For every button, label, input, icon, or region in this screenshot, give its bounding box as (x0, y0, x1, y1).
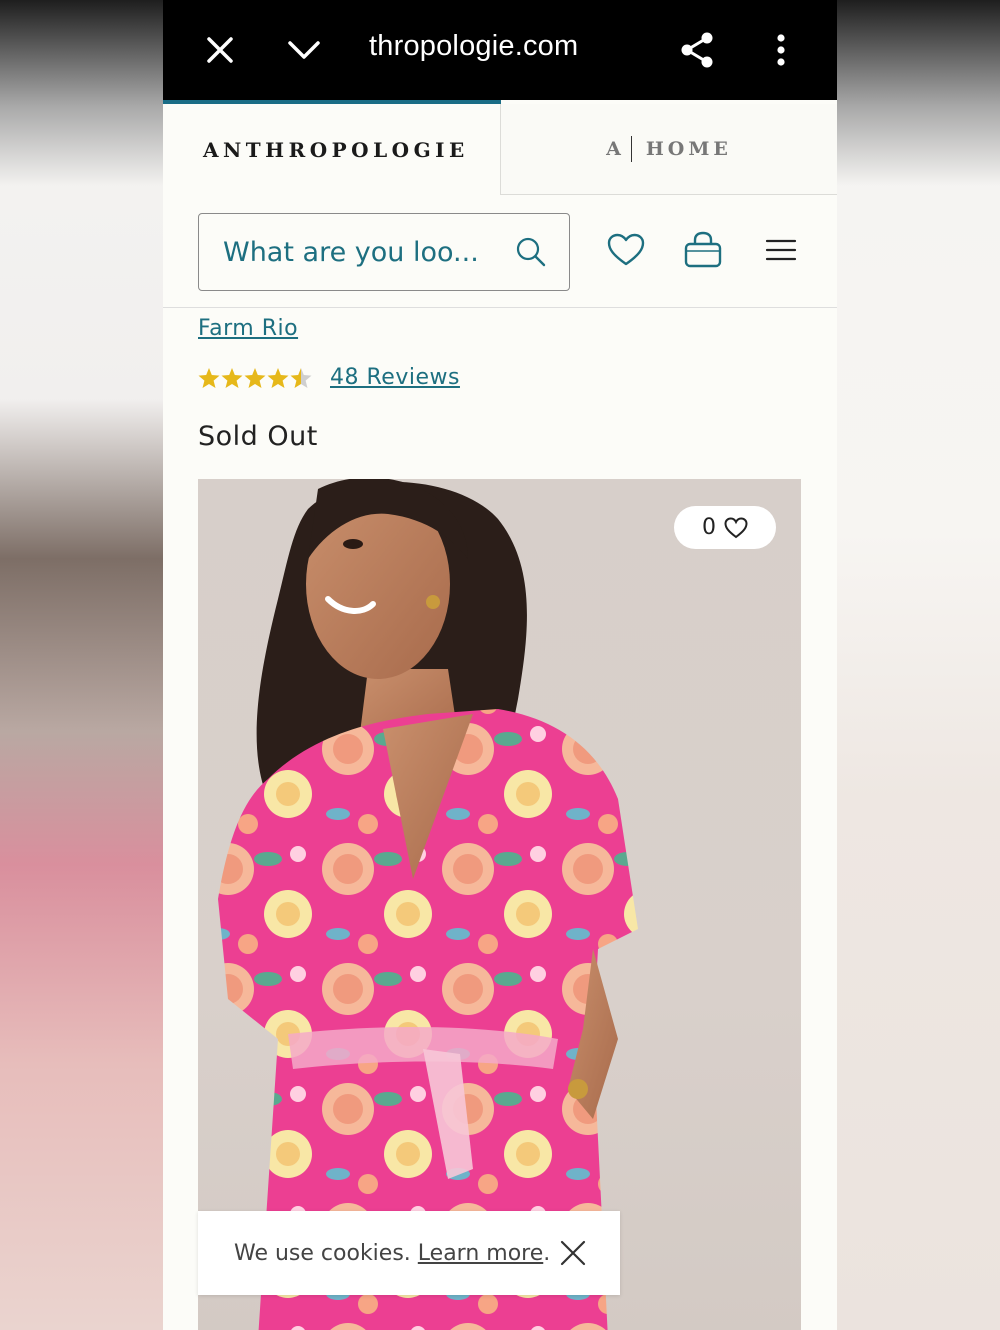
background-left (0, 0, 163, 1330)
header-search-row (163, 195, 837, 308)
tab-anthropologie-home[interactable]: A HOME (500, 104, 837, 195)
close-icon[interactable] (560, 1240, 586, 1266)
heart-icon[interactable] (604, 228, 648, 272)
browser-toolbar: thropologie.com (163, 0, 837, 100)
model-photo (218, 479, 638, 1330)
cookie-suffix: . (543, 1240, 551, 1266)
close-icon[interactable] (200, 30, 240, 70)
shopping-bag-icon[interactable] (681, 228, 725, 272)
divider (630, 136, 632, 162)
cookie-text: We use cookies. (234, 1240, 411, 1266)
url-text[interactable]: thropologie.com (369, 30, 578, 63)
star-rating-icon (198, 368, 312, 388)
learn-more-link[interactable]: Learn more (418, 1241, 543, 1266)
star-rating (198, 366, 312, 390)
cookie-banner: We use cookies. Learn more. (198, 1211, 620, 1295)
reviews-link[interactable]: 48 Reviews (330, 365, 460, 390)
tab-anthropologie[interactable]: ANTHROPOLOGIE (163, 104, 500, 195)
heart-icon (724, 516, 748, 538)
hamburger-menu-icon[interactable] (759, 228, 803, 272)
product-image[interactable]: 0 (198, 479, 801, 1330)
product-brand-link[interactable]: Farm Rio (198, 316, 298, 341)
favorite-button[interactable]: 0 (674, 506, 776, 549)
brand-tabs: ANTHROPOLOGIE A HOME (163, 104, 837, 195)
background-right (837, 0, 1000, 1330)
more-vert-icon[interactable] (761, 30, 801, 70)
brand-logo-text: ANTHROPOLOGIE (203, 137, 469, 162)
share-icon[interactable] (677, 30, 717, 70)
home-label: HOME (645, 138, 732, 160)
favorites-count: 0 (702, 515, 716, 540)
search-box (198, 213, 570, 291)
availability-status: Sold Out (198, 421, 318, 452)
search-input[interactable] (223, 232, 503, 272)
home-prefix: A (606, 138, 625, 160)
search-icon[interactable] (515, 236, 547, 272)
phone-screen: thropologie.com ANTHROPOLOGIE A HOME Wha… (163, 0, 837, 1330)
chevron-down-icon[interactable] (284, 30, 324, 70)
